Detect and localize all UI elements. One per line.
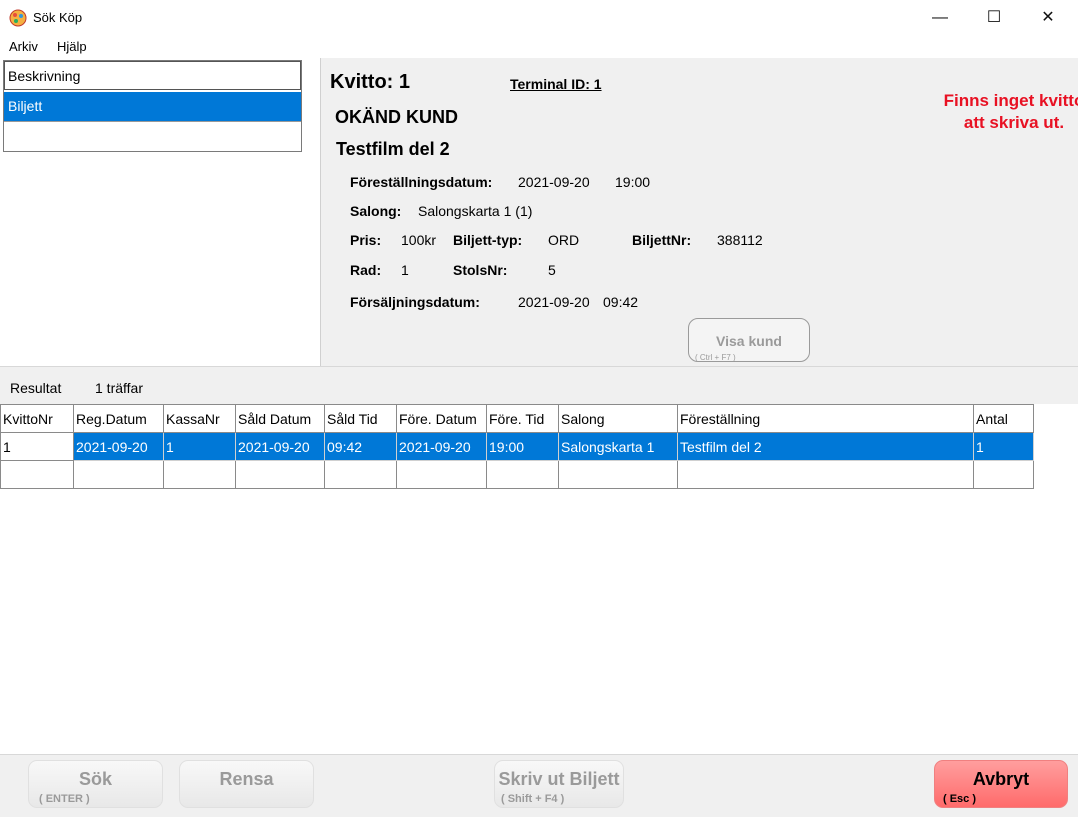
column-header-kassanr[interactable]: KassaNr (163, 404, 236, 433)
no-receipt-message: Finns inget kvitto att skriva ut. (943, 91, 1078, 132)
cancel-button[interactable]: Avbryt ( Esc ) (934, 760, 1068, 808)
search-button-label: Sök (78, 769, 112, 789)
clear-button-label: Rensa (219, 769, 274, 789)
price-value: 100kr (401, 232, 437, 248)
results-grid[interactable]: KvittoNr Reg.Datum KassaNr Såld Datum Så… (0, 404, 1078, 754)
cell-fore-tid[interactable]: 19:00 (486, 432, 559, 461)
menu-arkiv[interactable]: Arkiv (9, 39, 38, 54)
cell-regdatum[interactable]: 2021-09-20 (73, 432, 164, 461)
column-header-salong[interactable]: Salong (558, 404, 678, 433)
action-bar: Sök ( ENTER ) Rensa Skriv ut Biljett ( S… (0, 754, 1078, 817)
results-table: KvittoNr Reg.Datum KassaNr Såld Datum Så… (0, 404, 1034, 489)
show-time: 19:00 (615, 174, 651, 190)
maximize-icon: ☐ (986, 9, 1002, 26)
sale-date: 2021-09-20 (518, 294, 590, 310)
description-panel: Beskrivning Biljett (0, 58, 321, 366)
result-count: 1 träffar (95, 380, 143, 396)
cell-kassanr[interactable]: 1 (163, 432, 236, 461)
cell-empty[interactable] (677, 460, 974, 489)
table-row[interactable]: 1 2021-09-20 1 2021-09-20 09:42 2021-09-… (0, 432, 1034, 461)
row-value: 1 (401, 262, 409, 278)
show-date: 2021-09-20 (518, 174, 590, 190)
seat-value: 5 (548, 262, 556, 278)
table-header-row: KvittoNr Reg.Datum KassaNr Såld Datum Så… (0, 404, 1034, 433)
column-header-fore-tid[interactable]: Före. Tid (486, 404, 559, 433)
search-button[interactable]: Sök ( ENTER ) (28, 760, 163, 808)
cell-empty[interactable] (324, 460, 397, 489)
show-customer-label: Visa kund (716, 333, 782, 349)
list-item-biljett[interactable]: Biljett (4, 92, 301, 122)
menu-hjalp[interactable]: Hjälp (57, 39, 87, 54)
menu-bar: Arkiv Hjälp (0, 36, 1078, 58)
table-row-empty[interactable] (0, 460, 1034, 489)
cell-empty[interactable] (396, 460, 487, 489)
salong-value: Salongskarta 1 (1) (418, 203, 533, 219)
row-label: Rad: (350, 262, 382, 278)
cell-fore-datum[interactable]: 2021-09-20 (396, 432, 487, 461)
ticket-number-value: 388112 (717, 232, 763, 248)
cell-empty[interactable] (73, 460, 164, 489)
list-item-empty[interactable] (4, 122, 301, 151)
cancel-button-shortcut: ( Esc ) (943, 793, 977, 805)
cell-empty[interactable] (973, 460, 1034, 489)
cell-salong[interactable]: Salongskarta 1 (558, 432, 678, 461)
column-header-sald-datum[interactable]: Såld Datum (235, 404, 325, 433)
result-bar: Resultat 1 träffar (0, 366, 1078, 405)
minimize-button[interactable]: — (913, 0, 967, 36)
window-title: Sök Köp (33, 10, 83, 25)
seat-label: StolsNr: (453, 262, 508, 278)
price-label: Pris: (350, 232, 382, 248)
cell-empty[interactable] (163, 460, 236, 489)
cell-sald-datum[interactable]: 2021-09-20 (235, 432, 325, 461)
result-label: Resultat (10, 380, 62, 396)
cancel-button-label: Avbryt (972, 769, 1030, 789)
column-header-sald-tid[interactable]: Såld Tid (324, 404, 397, 433)
sale-time: 09:42 (603, 294, 639, 310)
close-button[interactable]: ✕ (1021, 0, 1075, 36)
sale-date-label: Försäljningsdatum: (350, 294, 480, 310)
maximize-button[interactable]: ☐ (967, 0, 1021, 36)
cell-empty[interactable] (486, 460, 559, 489)
column-header-forestallning[interactable]: Föreställning (677, 404, 974, 433)
cell-forestallning[interactable]: Testfilm del 2 (677, 432, 974, 461)
show-customer-button[interactable]: Visa kund ( Ctrl + F7 ) (688, 318, 810, 362)
ticket-number-label: BiljettNr: (632, 232, 692, 248)
cell-empty[interactable] (0, 460, 74, 489)
column-header-fore-datum[interactable]: Före. Datum (396, 404, 487, 433)
column-header-antal[interactable]: Antal (973, 404, 1034, 433)
minimize-icon: — (932, 9, 948, 26)
column-header-kvittonr[interactable]: KvittoNr (0, 404, 74, 433)
receipt-number: Kvitto: 1 (330, 71, 410, 93)
search-button-shortcut: ( ENTER ) (39, 793, 90, 805)
column-header-regdatum[interactable]: Reg.Datum (73, 404, 164, 433)
cell-kvittonr[interactable]: 1 (0, 432, 74, 461)
clear-button[interactable]: Rensa (179, 760, 314, 808)
list-header[interactable]: Beskrivning (4, 61, 301, 90)
ticket-type-value: ORD (548, 232, 580, 248)
salong-label: Salong: (350, 203, 402, 219)
print-ticket-label: Skriv ut Biljett (498, 769, 620, 789)
cell-sald-tid[interactable]: 09:42 (324, 432, 397, 461)
receipt-panel: Kvitto: 1 Terminal ID: 1 OKÄND KUND Test… (321, 58, 1078, 366)
show-customer-shortcut: ( Ctrl + F7 ) (695, 353, 736, 362)
print-ticket-shortcut: ( Shift + F4 ) (501, 793, 565, 805)
cell-empty[interactable] (558, 460, 678, 489)
close-icon: ✕ (1041, 9, 1055, 26)
show-date-label: Föreställningsdatum: (350, 174, 493, 190)
film-title: Testfilm del 2 (336, 139, 450, 159)
terminal-id: Terminal ID: 1 (510, 76, 602, 92)
cell-antal[interactable]: 1 (973, 432, 1034, 461)
description-list[interactable]: Beskrivning Biljett (3, 60, 302, 152)
app-icon (9, 9, 27, 27)
cell-empty[interactable] (235, 460, 325, 489)
customer-name: OKÄND KUND (335, 107, 458, 127)
print-ticket-button[interactable]: Skriv ut Biljett ( Shift + F4 ) (494, 760, 624, 808)
title-bar: Sök Köp — ☐ ✕ (0, 0, 1078, 36)
ticket-type-label: Biljett-typ: (453, 232, 523, 248)
